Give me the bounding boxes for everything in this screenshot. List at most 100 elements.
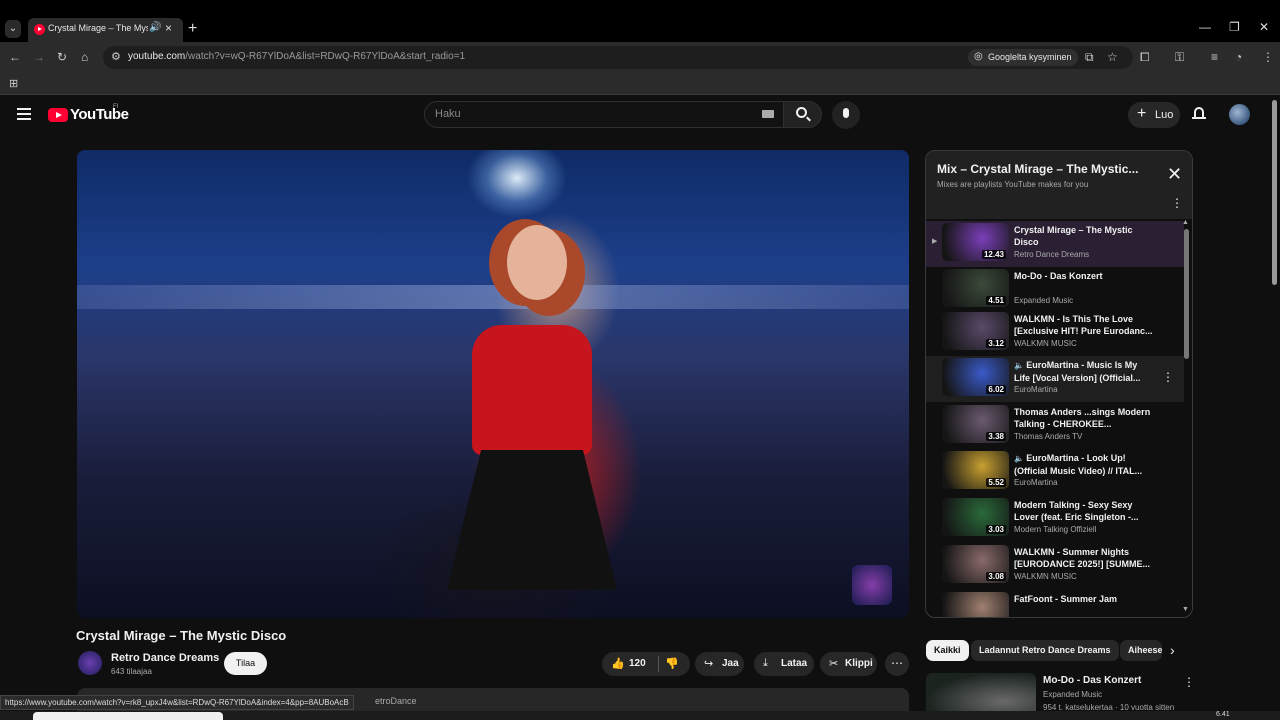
search-button[interactable]: [784, 101, 822, 128]
playlist-item-title-text: EuroMartina - Music Is My Life [Vocal Ve…: [1014, 360, 1141, 383]
chevron-right-icon[interactable]: ›: [1170, 642, 1175, 658]
search-input[interactable]: [435, 108, 735, 120]
playlist-item-thumbnail[interactable]: 12.43: [942, 223, 1009, 261]
close-window-icon[interactable]: ✕: [1259, 20, 1269, 34]
notifications-bell-icon[interactable]: [1192, 106, 1206, 122]
playlist-item-title[interactable]: WALKMN - Summer Nights [EURODANCE 2025!]…: [1014, 546, 1154, 570]
playlist-item-title[interactable]: WALKMN - Is This The Love [Exclusive HIT…: [1014, 313, 1154, 337]
close-playlist-icon[interactable]: ✕: [1167, 164, 1182, 185]
playlist-title[interactable]: Mix – Crystal Mirage – The Mystic...: [937, 162, 1138, 176]
browser-menu-icon[interactable]: ⋮: [1262, 50, 1274, 64]
playlist-item[interactable]: 6.02 🔈 EuroMartina - Music Is My Life [Vo…: [926, 356, 1184, 402]
playlist-menu-icon[interactable]: ⋮: [1171, 196, 1183, 210]
related-video-channel[interactable]: Expanded Music: [1043, 690, 1102, 699]
channel-watermark-logo[interactable]: [852, 565, 892, 605]
reload-icon[interactable]: ↻: [57, 50, 67, 64]
scroll-down-arrow-icon[interactable]: ▼: [1182, 606, 1189, 613]
playlist-item-channel: WALKMN MUSIC: [1014, 339, 1077, 348]
playlist-item-thumbnail[interactable]: 3.08: [942, 545, 1009, 583]
download-button[interactable]: ⤓ Lataa: [754, 652, 814, 676]
subscribe-button[interactable]: Tilaa: [224, 652, 267, 675]
like-count[interactable]: 120: [629, 658, 646, 669]
video-dancer-skirt: [447, 450, 617, 590]
playlist-item-thumbnail[interactable]: 3.12: [942, 312, 1009, 350]
playlist-item-thumbnail[interactable]: 4.51: [942, 269, 1009, 307]
playlist-item-thumbnail[interactable]: 5.52: [942, 451, 1009, 489]
extensions-icon[interactable]: ⧠: [1140, 50, 1150, 65]
home-icon[interactable]: ⌂: [81, 50, 88, 64]
address-bar[interactable]: ⚙ youtube.com/watch?v=wQ-R67YlDoA&list=R…: [103, 46, 1133, 69]
site-info-icon[interactable]: ⚙: [111, 50, 121, 63]
create-button[interactable]: + Luo: [1128, 102, 1180, 128]
microphone-icon: [843, 108, 849, 118]
apps-grid-icon[interactable]: ⊞: [9, 77, 18, 90]
playlist-item-title[interactable]: Modern Talking - Sexy Sexy Lover (feat. …: [1014, 499, 1154, 523]
url-text[interactable]: youtube.com/watch?v=wQ-R67YlDoA&list=RDw…: [128, 51, 465, 62]
playlist-item[interactable]: 5.52 🔈 EuroMartina - Look Up! (Official M…: [926, 449, 1184, 495]
bookmark-star-icon[interactable]: ☆: [1107, 50, 1118, 64]
channel-name[interactable]: Retro Dance Dreams: [111, 652, 219, 664]
playlist-item-thumbnail[interactable]: 3.03: [942, 498, 1009, 536]
playlist-item-title[interactable]: FatFoont - Summer Jam: [1014, 593, 1154, 605]
playlist-item[interactable]: 3.45FatFoont - Summer JamFatFoont: [926, 590, 1184, 617]
now-playing-indicator-icon: ▶: [932, 238, 938, 245]
playlist-item-thumbnail[interactable]: 6.02: [942, 358, 1009, 396]
playlist-item[interactable]: 3.12 WALKMN - Is This The Love [Exclusive…: [926, 310, 1184, 356]
tab-search-chevron-icon[interactable]: ⌄: [5, 20, 21, 38]
minimize-icon[interactable]: —: [1199, 20, 1211, 34]
new-tab-icon[interactable]: +: [188, 20, 197, 38]
password-key-icon[interactable]: ⚿: [1175, 50, 1184, 65]
chip-related[interactable]: Aiheeseen: [1120, 640, 1162, 661]
restore-icon[interactable]: ❐: [1229, 20, 1240, 34]
video-duration: 5.52: [986, 478, 1006, 487]
chip-channel-uploads[interactable]: Ladannut Retro Dance Dreams: [971, 640, 1119, 661]
taskbar-search[interactable]: [33, 712, 223, 720]
search-box[interactable]: [424, 101, 784, 128]
playlist-item-title[interactable]: 🔈 EuroMartina - Music Is My Life [Vocal …: [1014, 359, 1154, 384]
clip-button[interactable]: ✂ Klippi: [820, 652, 877, 676]
video-duration: 3.38: [986, 432, 1006, 441]
keyboard-icon[interactable]: [762, 110, 774, 118]
playlist-item-title[interactable]: Crystal Mirage – The Mystic Disco: [1014, 224, 1154, 248]
playlist-item[interactable]: 4.51 Mo-Do - Das Konzert Expanded Music: [926, 267, 1184, 313]
playlist-item-thumbnail[interactable]: 3.38: [942, 405, 1009, 443]
scroll-up-arrow-icon[interactable]: ▲: [1182, 219, 1189, 226]
playlist-item[interactable]: ▶ 12.43 Crystal Mirage – The Mystic Disco R…: [926, 221, 1184, 267]
playlist-scrollbar-thumb[interactable]: [1184, 229, 1189, 359]
playlist-item-title[interactable]: 🔈 EuroMartina - Look Up! (Official Music…: [1014, 452, 1154, 477]
playlist-item[interactable]: 3.08 WALKMN - Summer Nights [EURODANCE 20…: [926, 543, 1184, 589]
share-button[interactable]: ↪ Jaa: [695, 652, 744, 676]
youtube-logo-text[interactable]: YouTube: [70, 106, 129, 123]
tab-close-icon[interactable]: ×: [165, 21, 172, 35]
guide-menu-icon[interactable]: [17, 108, 31, 123]
voice-search-button[interactable]: [832, 101, 860, 129]
related-video-title[interactable]: Mo-Do - Das Konzert: [1043, 675, 1141, 686]
subscriber-count: 643 tilaajaa: [111, 667, 152, 676]
page-scrollbar-thumb[interactable]: [1272, 100, 1277, 285]
chip-all[interactable]: Kaikki: [926, 640, 969, 661]
forward-icon[interactable]: →: [33, 50, 45, 64]
profile-icon[interactable]: ◔: [1235, 50, 1242, 64]
back-icon[interactable]: ←: [9, 50, 21, 64]
related-video-menu-icon[interactable]: ⋮: [1183, 675, 1195, 689]
playlist-item-menu-icon[interactable]: ⋮: [1162, 370, 1174, 384]
video-player[interactable]: [77, 150, 909, 618]
playlist-item-title[interactable]: Thomas Anders ...sings Modern Talking - …: [1014, 406, 1154, 430]
dislike-thumbs-down-icon[interactable]: 👎: [665, 657, 679, 670]
active-tab[interactable]: Crystal Mirage – The Mystic 🔊 ×: [28, 18, 183, 42]
more-actions-icon[interactable]: ⋯: [885, 652, 909, 676]
google-lens-button[interactable]: ◎ Googlelta kysyminen: [968, 49, 1078, 66]
channel-avatar[interactable]: [78, 651, 102, 675]
like-thumbs-up-icon[interactable]: 👍: [611, 657, 625, 670]
playlist-panel: Mix – Crystal Mirage – The Mystic... Mix…: [925, 150, 1193, 618]
playlist-subtitle: Mixes are playlists YouTube makes for yo…: [937, 180, 1089, 189]
tab-audio-icon[interactable]: 🔊: [149, 22, 161, 33]
playlist-item-title[interactable]: Mo-Do - Das Konzert: [1014, 270, 1154, 282]
playlist-item[interactable]: 3.03 Modern Talking - Sexy Sexy Lover (fe…: [926, 496, 1184, 542]
playlist-item[interactable]: 3.38 Thomas Anders ...sings Modern Talkin…: [926, 403, 1184, 449]
playlist-item-thumbnail[interactable]: 3.45: [942, 592, 1009, 617]
account-avatar[interactable]: [1229, 104, 1250, 125]
youtube-logo-icon[interactable]: [48, 108, 68, 122]
cast-icon[interactable]: ⧉: [1085, 50, 1094, 65]
reading-list-icon[interactable]: ≡: [1211, 50, 1218, 64]
